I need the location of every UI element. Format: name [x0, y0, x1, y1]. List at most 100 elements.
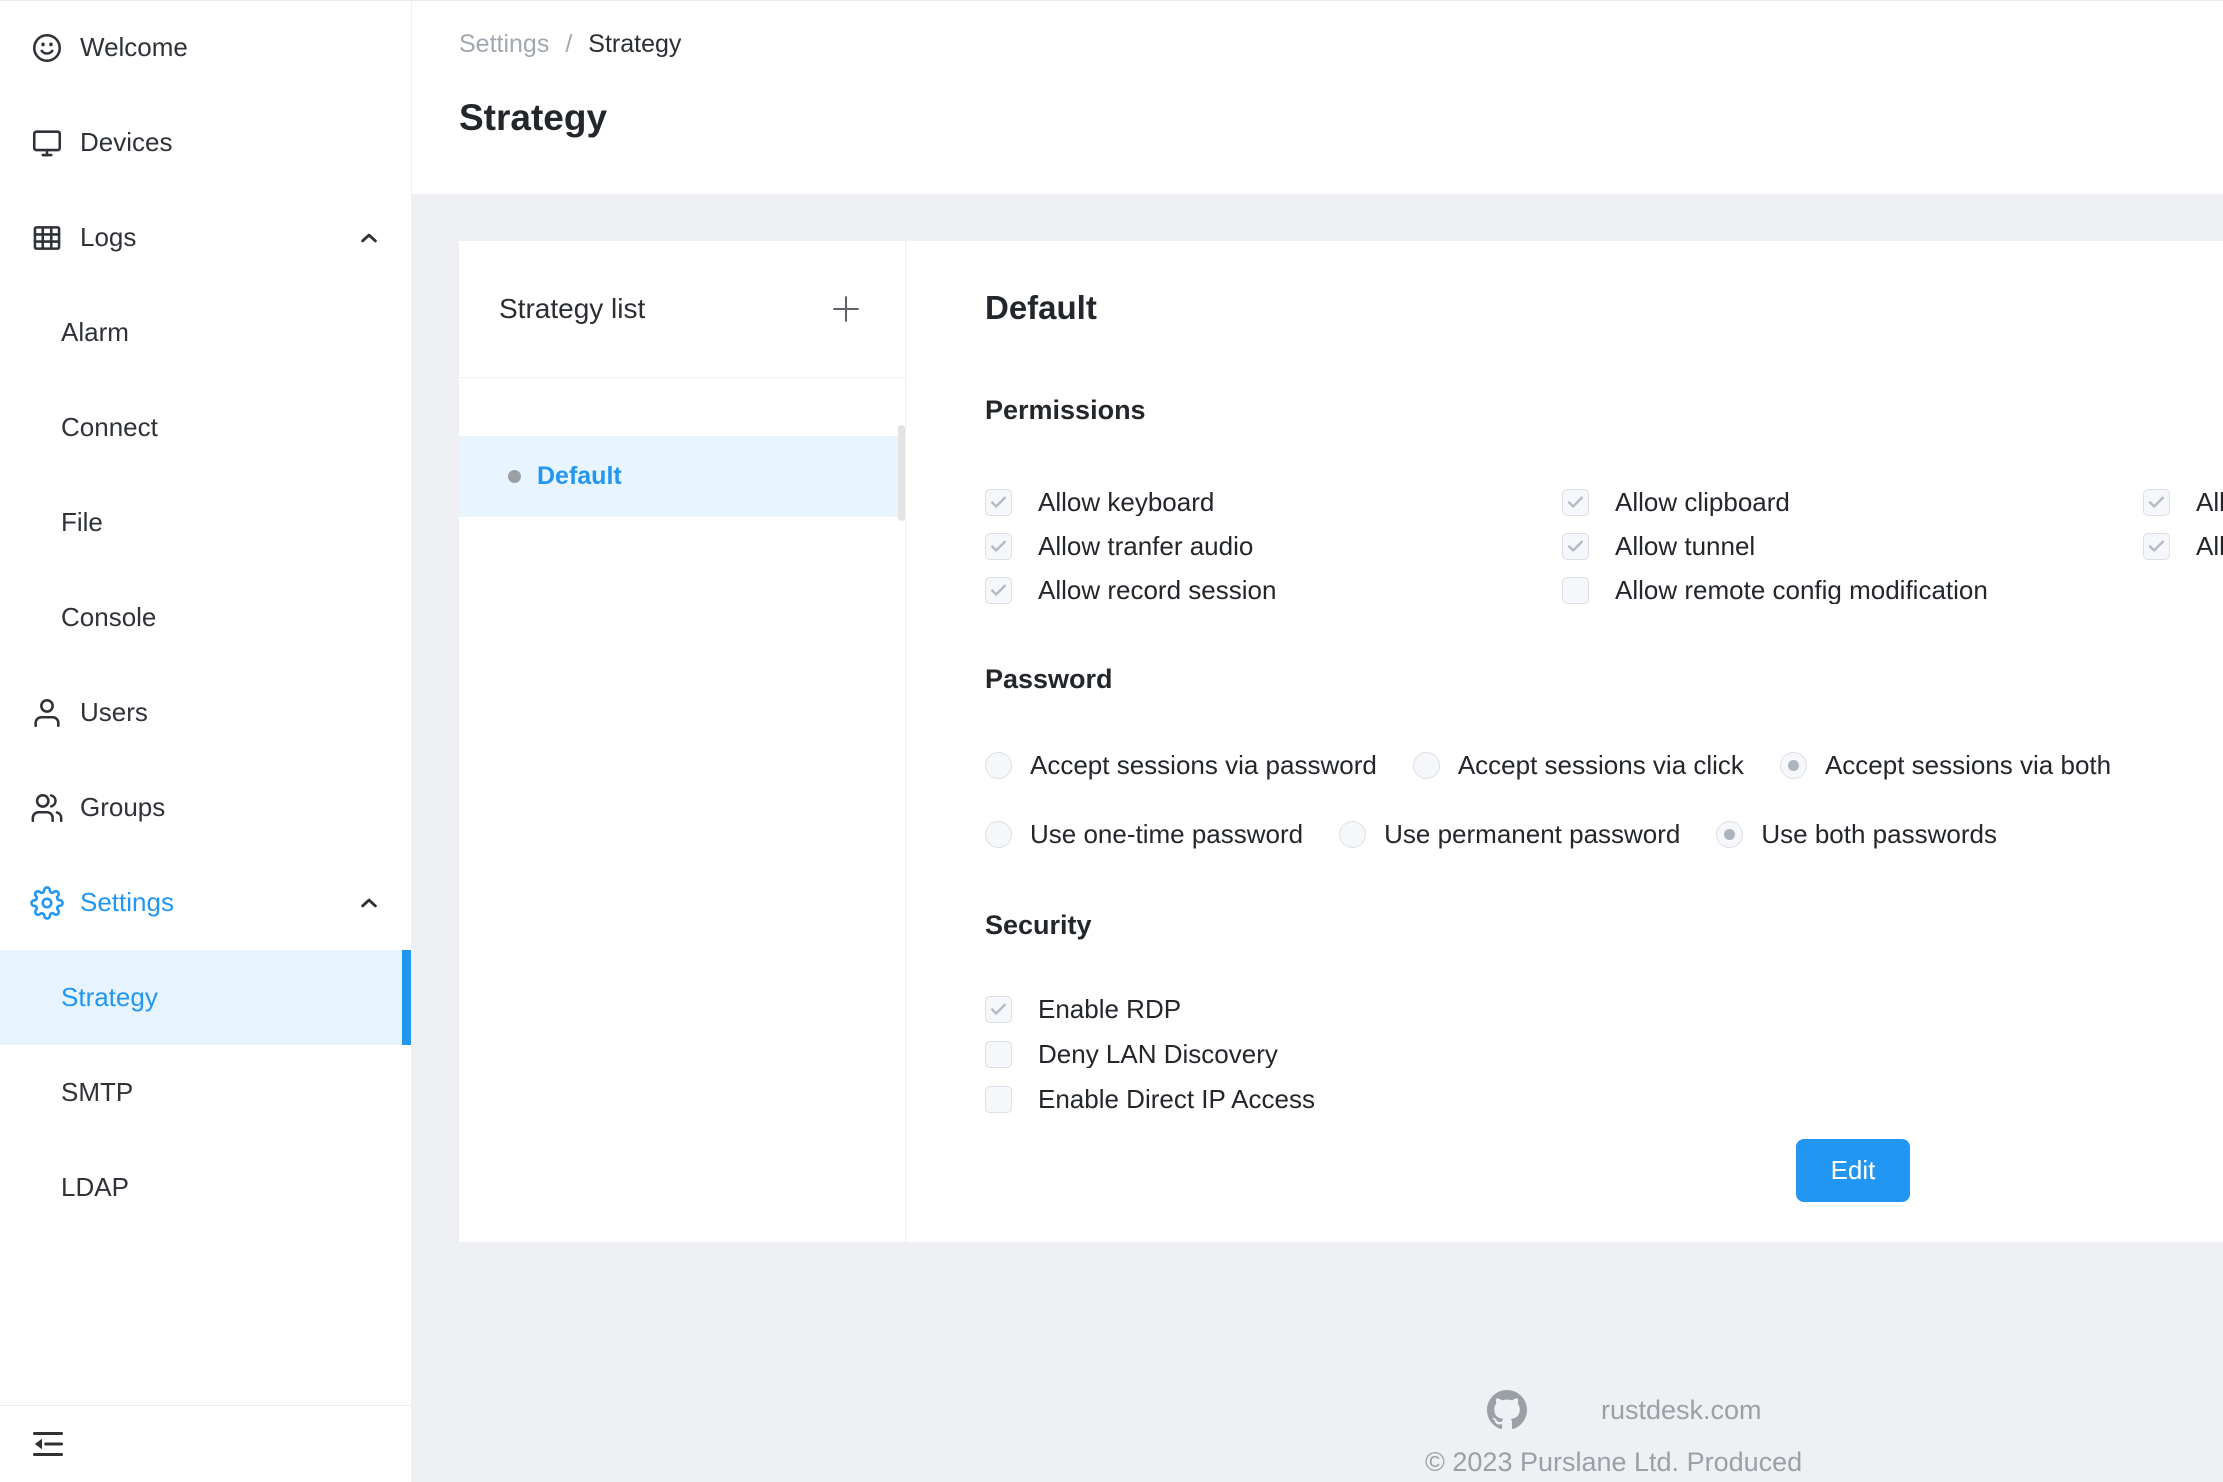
radio-permanent-password[interactable]: Use permanent password	[1339, 819, 1680, 850]
radio-icon	[985, 752, 1012, 779]
radio-one-time-password[interactable]: Use one-time password	[985, 819, 1303, 850]
checkbox-allow-remote-config[interactable]: Allow remote config modification	[1562, 577, 2143, 604]
checkbox-deny-lan-discovery[interactable]: Deny LAN Discovery	[985, 1041, 2223, 1068]
sidebar-item-label: Settings	[80, 887, 174, 918]
checkbox-allow-truncated-2[interactable]: All	[2143, 533, 2223, 560]
sidebar-item-welcome[interactable]: Welcome	[0, 0, 411, 95]
sidebar-item-devices[interactable]: Devices	[0, 95, 411, 190]
add-strategy-button[interactable]	[827, 290, 865, 328]
chevron-up-icon	[355, 224, 383, 252]
smiley-icon	[30, 31, 64, 65]
checkbox-allow-clipboard[interactable]: Allow clipboard	[1562, 489, 2143, 516]
checkbox-label: Allow clipboard	[1615, 489, 1790, 516]
breadcrumb-separator: /	[565, 30, 572, 59]
chevron-up-icon	[355, 889, 383, 917]
list-spacer	[459, 378, 905, 436]
strategy-item-label: Default	[537, 462, 622, 491]
gear-icon	[30, 886, 64, 920]
permissions-section-title: Permissions	[985, 395, 2223, 425]
checkbox-icon	[1562, 489, 1589, 516]
checkbox-allow-truncated-1[interactable]: All	[2143, 489, 2223, 516]
radio-icon	[1413, 752, 1440, 779]
sidebar-item-strategy[interactable]: Strategy	[0, 950, 411, 1045]
breadcrumb: Settings / Strategy	[459, 0, 2223, 59]
security-section-title: Security	[985, 910, 2223, 940]
radio-accept-via-click[interactable]: Accept sessions via click	[1413, 750, 1744, 781]
strategy-list-title: Strategy list	[499, 293, 645, 325]
sidebar-item-connect[interactable]: Connect	[0, 380, 411, 475]
user-icon	[30, 696, 64, 730]
sidebar-item-label: Welcome	[80, 32, 188, 63]
checkbox-icon	[985, 996, 1012, 1023]
menu-fold-icon	[30, 1426, 66, 1462]
checkbox-icon	[1562, 577, 1589, 604]
checkbox-enable-rdp[interactable]: Enable RDP	[985, 996, 2223, 1023]
sidebar-item-label: Groups	[80, 792, 165, 823]
checkbox-icon	[985, 1041, 1012, 1068]
checkbox-label: Enable RDP	[1038, 996, 1181, 1023]
sidebar-item-users[interactable]: Users	[0, 665, 411, 760]
sidebar-item-label: Connect	[61, 412, 158, 443]
main-area: Settings / Strategy Strategy Strategy li…	[412, 0, 2223, 1482]
grid-empty-cell	[2143, 577, 2223, 604]
strategy-list-header: Strategy list	[459, 241, 905, 378]
sidebar-item-file[interactable]: File	[0, 475, 411, 570]
strategy-list-item-default[interactable]: Default	[459, 436, 905, 517]
radio-accept-via-password[interactable]: Accept sessions via password	[985, 750, 1377, 781]
checkbox-icon	[985, 577, 1012, 604]
footer-site-link[interactable]: rustdesk.com	[1601, 1395, 1762, 1426]
footer-copyright: © 2023 Purslane Ltd. Produced	[1425, 1447, 1802, 1478]
checkbox-label: Allow keyboard	[1038, 489, 1214, 516]
checkbox-icon	[985, 489, 1012, 516]
checkbox-icon	[2143, 489, 2170, 516]
edit-button[interactable]: Edit	[1796, 1139, 1910, 1202]
radio-icon	[985, 821, 1012, 848]
users-icon	[30, 791, 64, 825]
sidebar-item-ldap[interactable]: LDAP	[0, 1140, 411, 1235]
password-section-title: Password	[985, 664, 2223, 694]
session-radio-group: Accept sessions via password Accept sess…	[985, 750, 2223, 781]
radio-icon	[1780, 752, 1807, 779]
sidebar-item-label: Devices	[80, 127, 172, 158]
checkbox-allow-keyboard[interactable]: Allow keyboard	[985, 489, 1562, 516]
sidebar-nav: Welcome Devices Logs Alarm Connect File	[0, 0, 411, 1405]
sidebar-item-groups[interactable]: Groups	[0, 760, 411, 855]
radio-icon	[1339, 821, 1366, 848]
sidebar-item-label: Users	[80, 697, 148, 728]
permissions-grid: Allow keyboard Allow clipboard All Allow…	[985, 489, 2223, 604]
breadcrumb-current: Strategy	[588, 30, 681, 59]
list-scrollbar-thumb[interactable]	[898, 425, 905, 521]
radio-accept-via-both[interactable]: Accept sessions via both	[1780, 750, 2111, 781]
strategy-list-panel: Strategy list Default	[459, 241, 906, 1242]
radio-icon	[1716, 821, 1743, 848]
sidebar-item-settings[interactable]: Settings	[0, 855, 411, 950]
sidebar-item-label: Logs	[80, 222, 136, 253]
checkbox-label: Allow record session	[1038, 577, 1276, 604]
sidebar-item-logs[interactable]: Logs	[0, 190, 411, 285]
page-title: Strategy	[459, 97, 2223, 139]
sidebar: Welcome Devices Logs Alarm Connect File	[0, 0, 412, 1482]
sidebar-item-label: Alarm	[61, 317, 129, 348]
sidebar-item-console[interactable]: Console	[0, 570, 411, 665]
sidebar-item-smtp[interactable]: SMTP	[0, 1045, 411, 1140]
github-icon[interactable]	[1487, 1390, 1527, 1430]
radio-both-passwords[interactable]: Use both passwords	[1716, 819, 1997, 850]
checkbox-enable-direct-ip[interactable]: Enable Direct IP Access	[985, 1086, 2223, 1113]
sidebar-item-alarm[interactable]: Alarm	[0, 285, 411, 380]
strategy-name-heading: Default	[985, 289, 2223, 327]
radio-label: Accept sessions via both	[1825, 750, 2111, 781]
table-icon	[30, 221, 64, 255]
checkbox-label: Allow tranfer audio	[1038, 533, 1253, 560]
sidebar-item-label: Strategy	[61, 982, 158, 1013]
checkbox-label: Deny LAN Discovery	[1038, 1041, 1278, 1068]
checkbox-label: Allow remote config modification	[1615, 577, 1988, 604]
checkbox-allow-record-session[interactable]: Allow record session	[985, 577, 1562, 604]
checkbox-icon	[2143, 533, 2170, 560]
radio-label: Accept sessions via click	[1458, 750, 1744, 781]
checkbox-allow-transfer-audio[interactable]: Allow tranfer audio	[985, 533, 1562, 560]
checkbox-allow-tunnel[interactable]: Allow tunnel	[1562, 533, 2143, 560]
sidebar-item-label: SMTP	[61, 1077, 133, 1108]
breadcrumb-settings[interactable]: Settings	[459, 30, 549, 59]
collapse-sidebar-button[interactable]	[30, 1424, 70, 1464]
radio-label: Accept sessions via password	[1030, 750, 1377, 781]
